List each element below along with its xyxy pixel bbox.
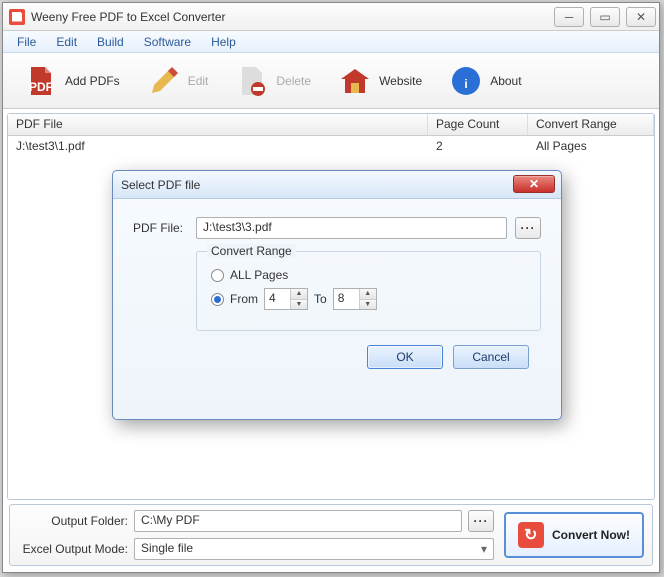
dialog-close-button[interactable]: ✕ — [513, 175, 555, 193]
house-icon — [339, 65, 371, 97]
about-label: About — [490, 74, 521, 88]
convert-icon — [518, 522, 544, 548]
spin-up-icon[interactable]: ▲ — [291, 289, 307, 300]
spin-up-icon[interactable]: ▲ — [360, 289, 376, 300]
pdf-file-label: PDF File: — [133, 221, 188, 235]
delete-icon — [236, 65, 268, 97]
window-controls: ─ ▭ ✕ — [551, 5, 659, 29]
app-icon — [9, 9, 25, 25]
menu-edit[interactable]: Edit — [46, 33, 87, 51]
svg-text:PDF: PDF — [29, 80, 53, 94]
radio-icon — [211, 293, 224, 306]
from-value: 4 — [265, 289, 291, 309]
all-pages-label: ALL Pages — [230, 268, 288, 282]
output-folder-label: Output Folder: — [18, 514, 128, 528]
cell-file: J:\test3\1.pdf — [8, 137, 428, 155]
col-pages[interactable]: Page Count — [428, 114, 528, 135]
bottom-form: Output Folder: C:\My PDF ··· Excel Outpu… — [18, 510, 494, 560]
table-row[interactable]: J:\test3\1.pdf 2 All Pages — [8, 136, 654, 156]
convert-label: Convert Now! — [552, 528, 630, 542]
col-range[interactable]: Convert Range — [528, 114, 654, 135]
dialog-buttons: OK Cancel — [133, 345, 541, 369]
dialog-title: Select PDF file — [113, 171, 561, 199]
from-label: From — [230, 292, 258, 306]
about-button[interactable]: i About — [436, 59, 535, 103]
maximize-button[interactable]: ▭ — [590, 7, 620, 27]
toolbar: PDF Add PDFs Edit Delete Website i — [3, 53, 659, 109]
table-header: PDF File Page Count Convert Range — [8, 114, 654, 136]
app-title: Weeny Free PDF to Excel Converter — [31, 10, 551, 24]
spin-down-icon[interactable]: ▼ — [360, 300, 376, 310]
website-button[interactable]: Website — [325, 59, 436, 103]
cell-range: All Pages — [528, 137, 654, 155]
radio-icon — [211, 269, 224, 282]
menu-file[interactable]: File — [7, 33, 46, 51]
browse-pdf-button[interactable]: ··· — [515, 217, 541, 239]
from-spinner[interactable]: 4 ▲▼ — [264, 288, 308, 310]
menu-software[interactable]: Software — [134, 33, 201, 51]
dialog-body: PDF File: J:\test3\3.pdf ··· Convert Ran… — [113, 199, 561, 379]
website-label: Website — [379, 74, 422, 88]
ok-button[interactable]: OK — [367, 345, 443, 369]
menu-help[interactable]: Help — [201, 33, 246, 51]
spin-down-icon[interactable]: ▼ — [291, 300, 307, 310]
convert-range-fieldset: Convert Range ALL Pages From 4 ▲▼ To 8 ▲… — [196, 251, 541, 331]
edit-label: Edit — [188, 74, 209, 88]
titlebar: Weeny Free PDF to Excel Converter ─ ▭ ✕ — [3, 3, 659, 31]
delete-label: Delete — [276, 74, 311, 88]
select-pdf-dialog: Select PDF file ✕ PDF File: J:\test3\3.p… — [112, 170, 562, 420]
output-mode-label: Excel Output Mode: — [18, 542, 128, 556]
pdf-icon: PDF — [25, 65, 57, 97]
browse-output-button[interactable]: ··· — [468, 510, 494, 532]
pencil-icon — [148, 65, 180, 97]
col-file[interactable]: PDF File — [8, 114, 428, 135]
to-value: 8 — [334, 289, 360, 309]
menubar: File Edit Build Software Help — [3, 31, 659, 53]
pdf-file-input[interactable]: J:\test3\3.pdf — [196, 217, 507, 239]
to-spinner[interactable]: 8 ▲▼ — [333, 288, 377, 310]
convert-button[interactable]: Convert Now! — [504, 512, 644, 558]
menu-build[interactable]: Build — [87, 33, 134, 51]
convert-range-legend: Convert Range — [207, 244, 296, 258]
svg-text:i: i — [465, 77, 468, 91]
close-button[interactable]: ✕ — [626, 7, 656, 27]
close-icon: ✕ — [529, 177, 539, 191]
cell-pages: 2 — [428, 137, 528, 155]
cancel-button[interactable]: Cancel — [453, 345, 529, 369]
info-icon: i — [450, 65, 482, 97]
minimize-button[interactable]: ─ — [554, 7, 584, 27]
to-label: To — [314, 292, 327, 306]
radio-from-to[interactable]: From 4 ▲▼ To 8 ▲▼ — [211, 288, 526, 310]
output-folder-input[interactable]: C:\My PDF — [134, 510, 462, 532]
radio-all-pages[interactable]: ALL Pages — [211, 268, 526, 282]
bottom-panel: Output Folder: C:\My PDF ··· Excel Outpu… — [9, 504, 653, 566]
output-mode-select[interactable]: Single file — [134, 538, 494, 560]
delete-button[interactable]: Delete — [222, 59, 325, 103]
add-pdfs-label: Add PDFs — [65, 74, 120, 88]
add-pdfs-button[interactable]: PDF Add PDFs — [11, 59, 134, 103]
edit-button[interactable]: Edit — [134, 59, 223, 103]
